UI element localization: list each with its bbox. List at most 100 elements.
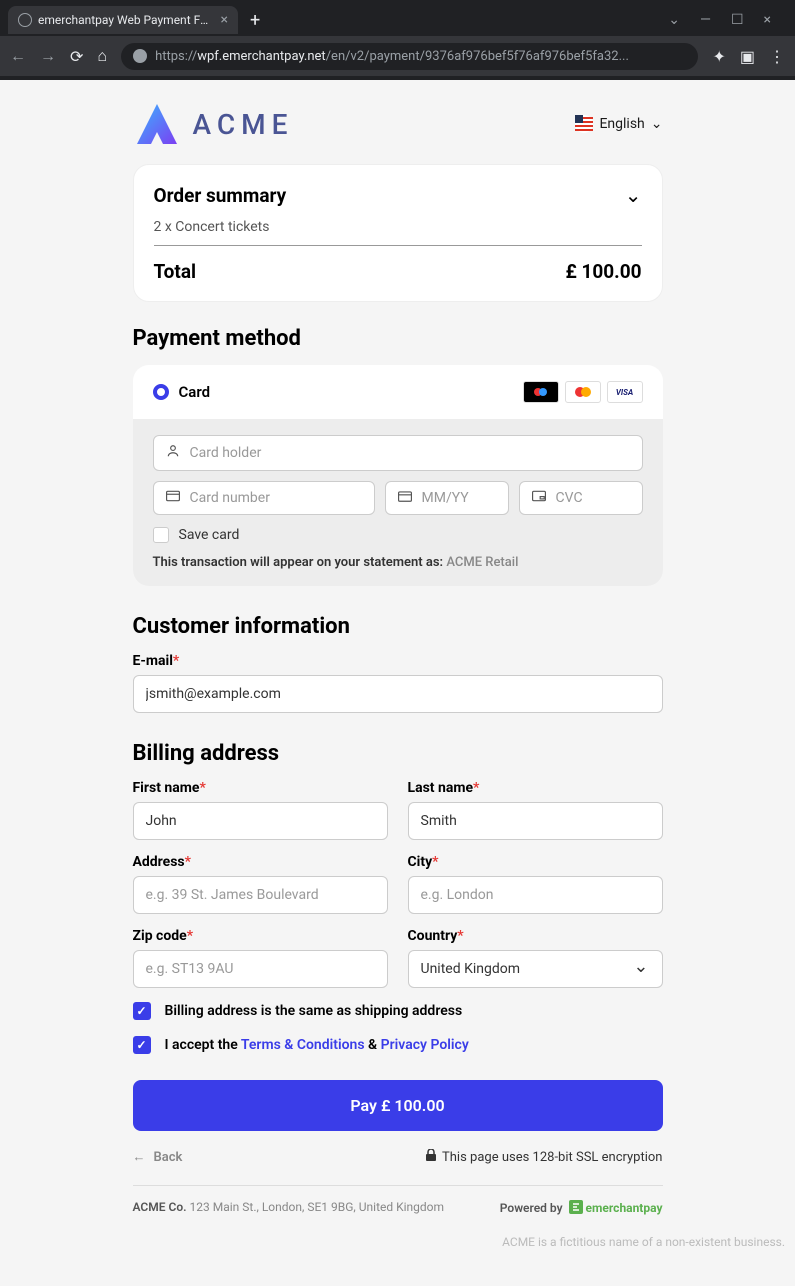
footer-company: ACME Co.	[133, 1200, 187, 1214]
checkbox-checked-icon[interactable]: ✓	[133, 1002, 151, 1020]
first-name-input[interactable]	[133, 802, 388, 840]
order-summary-card: Order summary ⌄ 2 x Concert tickets Tota…	[133, 164, 663, 302]
new-tab-button[interactable]: +	[250, 10, 260, 31]
expiry-input[interactable]	[422, 490, 496, 506]
city-input[interactable]	[408, 876, 663, 914]
brand-name: ACME	[193, 108, 294, 141]
back-icon[interactable]: ←	[10, 46, 26, 66]
person-icon	[166, 444, 180, 462]
forward-icon[interactable]: →	[40, 46, 56, 66]
address-label: Address*	[133, 854, 388, 870]
order-summary-title: Order summary	[154, 184, 287, 207]
card-form: Save card This transaction will appear o…	[133, 419, 663, 586]
cvc-icon	[532, 490, 546, 506]
close-tab-icon[interactable]: ×	[221, 12, 228, 28]
total-label: Total	[154, 260, 197, 283]
page-footer: ACME Co. 123 Main St., London, SE1 9BG, …	[133, 1185, 663, 1215]
address-input[interactable]	[133, 876, 388, 914]
disclaimer-text: ACME is a fictitious name of a non-exist…	[0, 1215, 795, 1253]
statement-merchant: ACME Retail	[446, 555, 518, 570]
back-link[interactable]: ← Back	[133, 1149, 183, 1165]
url-text: https://wpf.emerchantpay.net/en/v2/payme…	[155, 49, 629, 64]
visa-icon: VISA	[607, 381, 643, 403]
customer-info-title: Customer information	[133, 614, 663, 639]
emerchantpay-logo: emerchantpay	[569, 1200, 663, 1215]
order-line-item: 2 x Concert tickets	[154, 219, 642, 246]
mastercard-icon	[565, 381, 601, 403]
minimize-icon[interactable]: —	[700, 12, 711, 28]
cvc-input[interactable]	[556, 490, 630, 506]
save-card-label: Save card	[179, 527, 240, 543]
browser-tab[interactable]: emerchantpay Web Payment Form ×	[8, 6, 238, 34]
terms-link[interactable]: Terms & Conditions	[241, 1037, 365, 1053]
card-holder-input[interactable]	[190, 445, 630, 461]
chevron-down-icon[interactable]: ⌄	[668, 12, 680, 28]
url-bar[interactable]: https://wpf.emerchantpay.net/en/v2/payme…	[121, 43, 698, 70]
zip-input[interactable]	[133, 950, 388, 988]
checkbox-unchecked-icon[interactable]	[153, 527, 169, 543]
pay-button[interactable]: Pay £ 100.00	[133, 1080, 663, 1131]
chevron-down-icon[interactable]: ⌄	[625, 183, 642, 207]
card-logos: VISA	[523, 381, 643, 403]
extensions-icon[interactable]: ✦	[712, 47, 725, 66]
ssl-notice: This page uses 128-bit SSL encryption	[426, 1149, 662, 1165]
card-holder-field[interactable]	[153, 435, 643, 471]
brand-logo: ACME	[133, 100, 294, 148]
city-label: City*	[408, 854, 663, 870]
powered-by: Powered by emerchantpay	[500, 1200, 663, 1215]
browser-chrome: emerchantpay Web Payment Form × + ⌄ — ☐ …	[0, 0, 795, 80]
same-as-shipping-row[interactable]: ✓ Billing address is the same as shippin…	[133, 1002, 663, 1020]
payment-option-label: Card	[179, 383, 211, 401]
nav-bar: ← → ⟳ ⌂ https://wpf.emerchantpay.net/en/…	[0, 36, 795, 76]
tab-bar: emerchantpay Web Payment Form × + ⌄ — ☐ …	[0, 0, 795, 36]
flag-us-icon	[575, 115, 593, 133]
footer-actions: ← Back This page uses 128-bit SSL encryp…	[133, 1149, 663, 1165]
close-window-icon[interactable]: ×	[764, 12, 771, 28]
acme-logo-icon	[133, 100, 181, 148]
payment-option-card[interactable]: Card VISA	[133, 365, 663, 419]
email-input[interactable]	[133, 675, 663, 713]
email-label: E-mail*	[133, 653, 663, 669]
accept-terms-text: I accept the Terms & Conditions & Privac…	[165, 1037, 469, 1053]
country-select[interactable]	[408, 950, 663, 988]
maximize-icon[interactable]: ☐	[731, 12, 744, 28]
home-icon[interactable]: ⌂	[97, 46, 107, 66]
card-icon	[166, 490, 180, 506]
calendar-icon	[398, 490, 412, 506]
payment-method-card: Card VISA	[133, 365, 663, 586]
language-label: English	[599, 116, 644, 132]
footer-address: 123 Main St., London, SE1 9BG, United Ki…	[190, 1200, 445, 1214]
arrow-left-icon: ←	[133, 1149, 146, 1165]
globe-icon	[18, 13, 32, 27]
privacy-link[interactable]: Privacy Policy	[381, 1037, 469, 1053]
country-label: Country*	[408, 928, 663, 944]
total-value: £ 100.00	[565, 260, 641, 283]
menu-icon[interactable]: ⋮	[769, 47, 785, 66]
card-number-field[interactable]	[153, 481, 375, 515]
last-name-label: Last name*	[408, 780, 663, 796]
maestro-icon	[523, 381, 559, 403]
expiry-field[interactable]	[385, 481, 509, 515]
language-selector[interactable]: English ⌄	[575, 115, 662, 133]
radio-selected-icon[interactable]	[153, 384, 169, 400]
chevron-down-icon: ⌄	[651, 116, 663, 132]
zip-label: Zip code*	[133, 928, 388, 944]
order-total-row: Total £ 100.00	[154, 260, 642, 283]
window-controls: ⌄ — ☐ ×	[668, 12, 787, 28]
checkbox-checked-icon[interactable]: ✓	[133, 1036, 151, 1054]
reload-icon[interactable]: ⟳	[70, 47, 83, 66]
panel-icon[interactable]: ▣	[740, 47, 755, 66]
billing-address-title: Billing address	[133, 741, 663, 766]
accept-terms-row[interactable]: ✓ I accept the Terms & Conditions & Priv…	[133, 1036, 663, 1054]
save-card-row[interactable]: Save card	[153, 527, 643, 543]
first-name-label: First name*	[133, 780, 388, 796]
payment-method-title: Payment method	[133, 326, 663, 351]
cvc-field[interactable]	[519, 481, 643, 515]
page-header: ACME English ⌄	[133, 100, 663, 148]
lock-icon	[426, 1149, 436, 1165]
card-number-input[interactable]	[190, 490, 362, 506]
statement-notice: This transaction will appear on your sta…	[153, 555, 643, 570]
site-info-icon[interactable]	[133, 49, 147, 63]
same-as-shipping-label: Billing address is the same as shipping …	[165, 1003, 463, 1019]
last-name-input[interactable]	[408, 802, 663, 840]
